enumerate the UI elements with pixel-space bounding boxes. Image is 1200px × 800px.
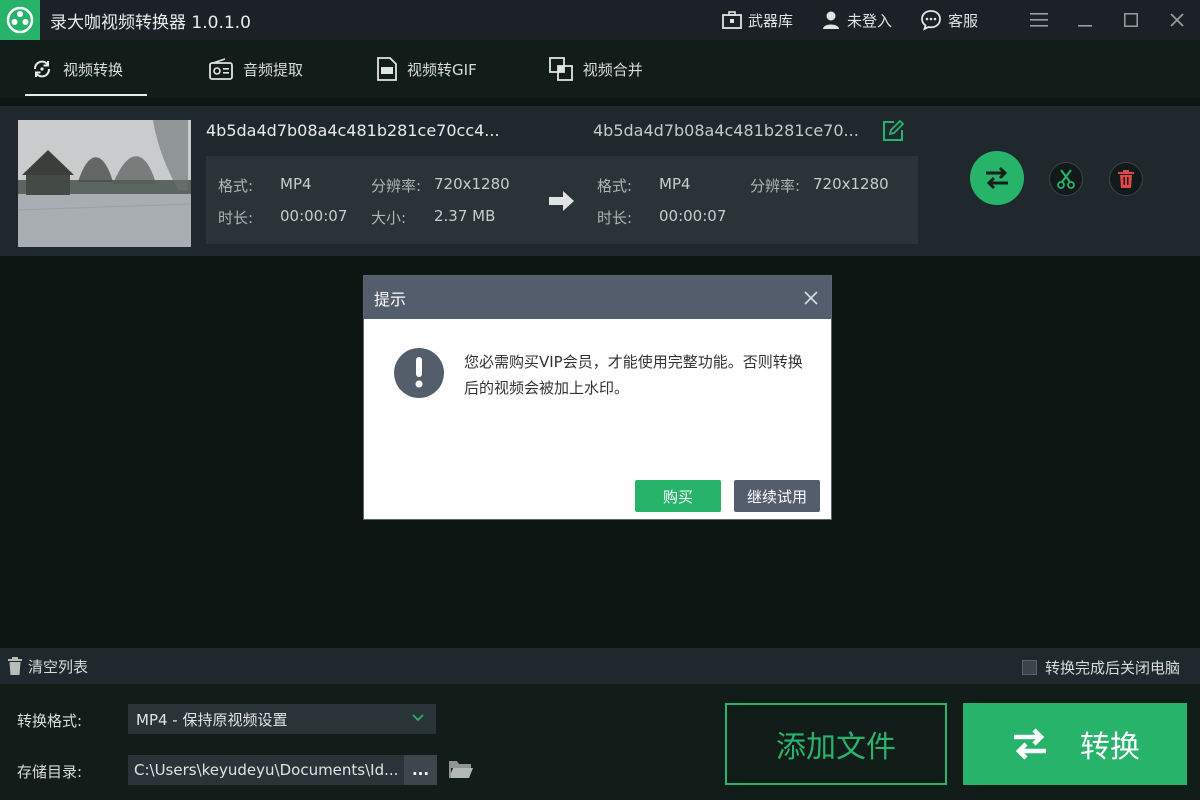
source-format-label: 格式: (218, 177, 254, 195)
edit-icon (883, 119, 905, 141)
login-label: 未登入 (846, 11, 892, 30)
continue-trial-button[interactable]: 继续试用 (734, 480, 820, 512)
output-dir-value: C:\Users\keyudeyu\Documents\Id... (134, 761, 399, 779)
browse-button[interactable]: ... (404, 755, 437, 785)
tab-label: 视频转换 (63, 60, 124, 79)
source-duration-label: 时长: (218, 209, 254, 227)
title-bar: 录大咖视频转换器 1.0.1.0 武器库 未登入 客服 (0, 0, 1200, 40)
output-duration-label: 时长: (597, 209, 633, 227)
user-icon (822, 11, 839, 29)
output-dir-field[interactable]: C:\Users\keyudeyu\Documents\Id... (128, 755, 404, 785)
trim-button[interactable] (1049, 162, 1083, 196)
add-file-label: 添加文件 (776, 730, 896, 765)
output-format-select[interactable]: MP4 - 保持原视频设置 (128, 704, 436, 734)
arrow-right-icon (549, 190, 575, 216)
output-duration-value: 00:00:07 (659, 207, 727, 225)
arsenal-button[interactable]: 武器库 (722, 10, 793, 31)
maximize-icon (1124, 13, 1138, 27)
open-folder-button[interactable] (448, 758, 474, 784)
tab-bar: 视频转换 音频提取 视频转GIF 视频合并 (0, 40, 1200, 98)
dialog-title: 提示 (374, 289, 407, 309)
arsenal-label: 武器库 (747, 11, 793, 30)
close-icon (1170, 13, 1184, 27)
minimize-button[interactable] (1062, 0, 1108, 40)
bottom-panel: 转换格式: MP4 - 保持原视频设置 存储目录: C:\Users\keyud… (0, 684, 1200, 800)
dialog-message: 您必需购买VIP会员，才能使用完整功能。否则转换后的视频会被加上水印。 (464, 353, 803, 397)
list-toolbar: 清空列表 转换完成后关闭电脑 (0, 648, 1200, 684)
swap-icon (986, 166, 1008, 190)
radio-icon (209, 58, 233, 80)
merge-icon (548, 57, 573, 81)
source-size-value: 2.37 MB (434, 207, 496, 225)
hamburger-icon (1030, 13, 1048, 27)
delete-item-button[interactable] (1109, 162, 1143, 196)
tab-video-merge[interactable]: 视频合并 (548, 40, 643, 98)
buy-button[interactable]: 购买 (635, 480, 721, 512)
minimize-icon (1078, 25, 1092, 27)
output-format-label: 格式: (597, 177, 633, 195)
source-resolution-value: 720x1280 (434, 175, 510, 193)
chat-bubble-icon (921, 10, 941, 31)
chevron-down-icon (412, 714, 424, 722)
app-title: 录大咖视频转换器 1.0.1.0 (50, 12, 251, 33)
source-format-value: MP4 (280, 175, 312, 193)
close-button[interactable] (1154, 0, 1200, 40)
login-button[interactable]: 未登入 (821, 10, 892, 31)
maximize-button[interactable] (1108, 0, 1154, 40)
video-thumbnail (18, 120, 191, 247)
output-file-name: 4b5da4d7b08a4c481b281ce70... (593, 121, 859, 140)
shutdown-checkbox[interactable] (1021, 660, 1037, 675)
output-resolution-label: 分辨率: (750, 177, 801, 195)
trash-icon (1118, 170, 1134, 188)
output-resolution-value: 720x1280 (813, 175, 889, 193)
shutdown-label: 转换完成后关闭电脑 (1044, 659, 1180, 677)
source-size-label: 大小: (371, 209, 407, 227)
tab-label: 音频提取 (243, 60, 304, 79)
swap-icon (1014, 728, 1046, 760)
convert-item-button[interactable] (970, 151, 1024, 205)
gif-file-icon (377, 57, 397, 81)
folder-icon (449, 761, 473, 778)
clear-list-label: 清空列表 (28, 657, 89, 676)
close-icon (804, 291, 818, 305)
format-label: 转换格式: (17, 712, 83, 730)
add-file-button[interactable]: 添加文件 (725, 703, 947, 785)
tab-label: 视频合并 (582, 60, 643, 79)
scissors-icon (1057, 169, 1075, 189)
tab-video-convert[interactable]: 视频转换 (25, 40, 147, 98)
menu-button[interactable] (1016, 0, 1062, 40)
source-resolution-label: 分辨率: (371, 177, 422, 195)
dialog-header: 提示 (364, 276, 831, 319)
warning-icon (394, 348, 444, 398)
rename-button[interactable] (882, 119, 905, 146)
shutdown-after-convert[interactable]: 转换完成后关闭电脑 (1021, 657, 1180, 678)
customer-service-button[interactable]: 客服 (920, 9, 978, 31)
convert-button[interactable]: 转换 (963, 703, 1187, 785)
dir-label: 存储目录: (17, 763, 83, 781)
rotate-icon (34, 60, 50, 78)
dialog-close-button[interactable] (801, 288, 821, 308)
output-format-value: MP4 (659, 175, 691, 193)
convert-label: 转换 (1080, 730, 1140, 765)
tab-label: 视频转GIF (407, 60, 477, 79)
clear-list-button[interactable]: 清空列表 (8, 656, 88, 677)
vip-prompt-dialog: 提示 您必需购买VIP会员，才能使用完整功能。否则转换后的视频会被加上水印。 购… (363, 275, 832, 520)
tab-audio-extract[interactable]: 音频提取 (209, 40, 303, 98)
toolbox-icon (722, 11, 742, 29)
trash-icon (8, 657, 22, 675)
source-duration-value: 00:00:07 (280, 207, 348, 225)
output-format-value: MP4 - 保持原视频设置 (136, 710, 288, 729)
source-file-name: 4b5da4d7b08a4c481b281ce70cc4... (206, 121, 500, 140)
app-logo-icon (0, 0, 40, 40)
service-label: 客服 (947, 11, 978, 30)
tab-video-to-gif[interactable]: 视频转GIF (377, 40, 477, 98)
